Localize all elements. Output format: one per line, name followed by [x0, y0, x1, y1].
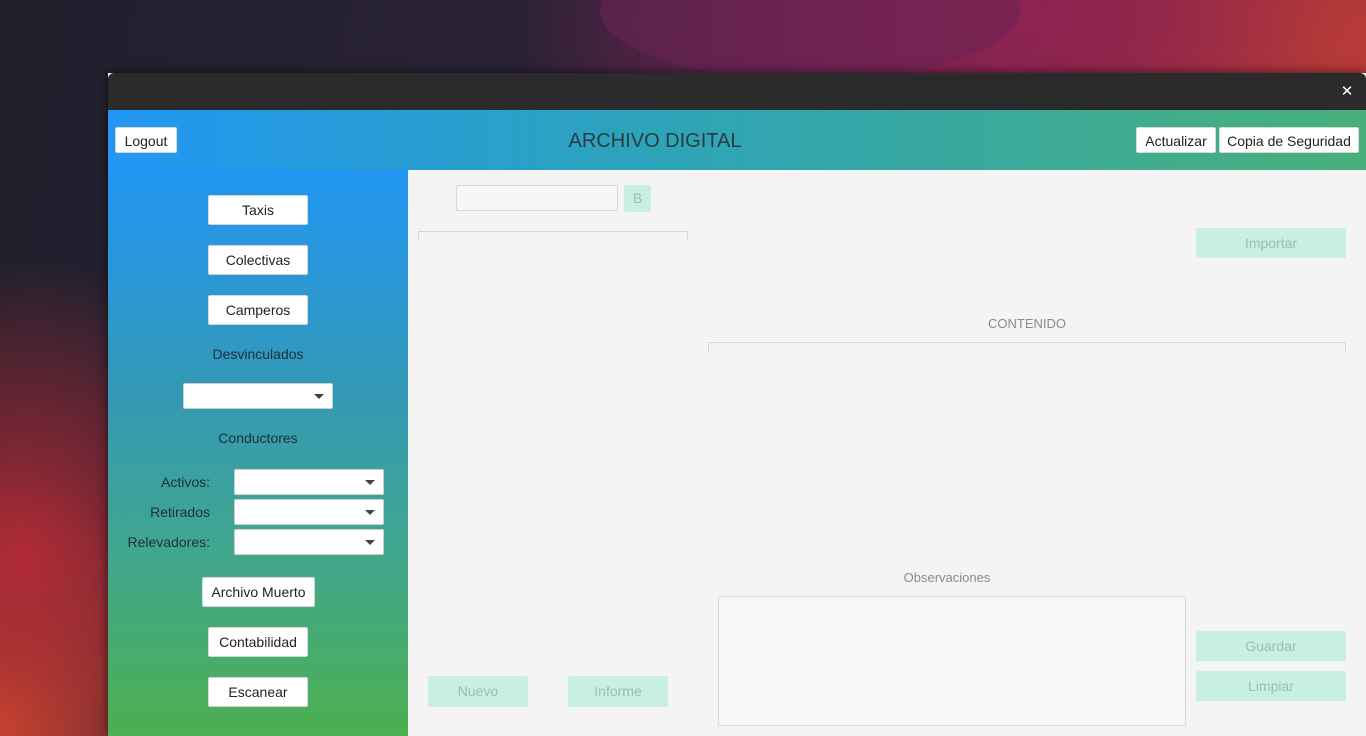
retirados-select[interactable]: [234, 499, 384, 525]
search-input[interactable]: [456, 185, 618, 211]
sidebar: Taxis Colectivas Camperos Desvinculados …: [108, 170, 408, 736]
page-title: ARCHIVO DIGITAL: [568, 130, 742, 152]
chevron-down-icon: [365, 480, 375, 485]
backup-button[interactable]: Copia de Seguridad: [1219, 127, 1359, 153]
observaciones-textarea[interactable]: [718, 596, 1186, 726]
close-icon[interactable]: ✕: [1338, 82, 1356, 100]
activos-select[interactable]: [234, 469, 384, 495]
escanear-button[interactable]: Escanear: [208, 677, 308, 707]
camperos-button[interactable]: Camperos: [208, 295, 308, 325]
chevron-down-icon: [365, 540, 375, 545]
relevadores-select[interactable]: [234, 529, 384, 555]
list-panel-edge-left: [418, 231, 419, 241]
app-header: Logout ARCHIVO DIGITAL Actualizar Copia …: [108, 110, 1366, 170]
guardar-button[interactable]: Guardar: [1196, 631, 1346, 661]
colectivas-button[interactable]: Colectivas: [208, 245, 308, 275]
informe-button[interactable]: Informe: [568, 676, 668, 707]
chevron-down-icon: [365, 510, 375, 515]
chevron-down-icon: [314, 394, 324, 399]
contabilidad-button[interactable]: Contabilidad: [208, 627, 308, 657]
import-button[interactable]: Importar: [1196, 228, 1346, 258]
conductores-label: Conductores: [218, 430, 298, 446]
content-label: CONTENIDO: [988, 316, 1066, 331]
observaciones-label: Observaciones: [903, 570, 991, 585]
app-window: ✕ Logout ARCHIVO DIGITAL Actualizar Copi…: [108, 73, 1366, 736]
desvinculados-select[interactable]: [183, 383, 333, 409]
main-panel: B Importar CONTENIDO Observaciones Guard…: [408, 170, 1366, 736]
window-titlebar: ✕: [108, 73, 1366, 110]
retirados-label: Retirados: [150, 504, 210, 520]
nuevo-button[interactable]: Nuevo: [428, 676, 528, 707]
content-panel-edge-right: [1345, 342, 1346, 352]
search-button[interactable]: B: [624, 185, 651, 212]
desktop-wallpaper: [600, 0, 1020, 80]
content-panel-border: [708, 342, 1346, 343]
taxis-button[interactable]: Taxis: [208, 195, 308, 225]
list-panel-edge-right: [687, 231, 688, 241]
archivo-muerto-button[interactable]: Archivo Muerto: [202, 577, 315, 607]
refresh-button[interactable]: Actualizar: [1136, 127, 1216, 153]
relevadores-label: Relevadores:: [127, 534, 211, 550]
desvinculados-label: Desvinculados: [212, 346, 304, 362]
activos-label: Activos:: [160, 474, 210, 490]
content-panel-edge-left: [708, 342, 709, 352]
list-panel-border: [418, 231, 688, 232]
limpiar-button[interactable]: Limpiar: [1196, 671, 1346, 701]
